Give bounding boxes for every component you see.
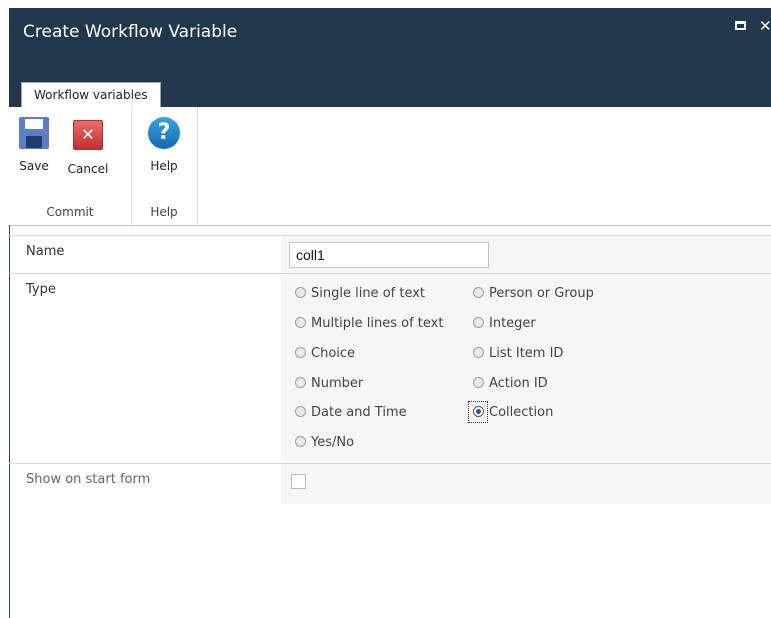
radio-yes-no[interactable]: Yes/No	[295, 435, 354, 450]
radio-single-line-of-text[interactable]: Single line of text	[295, 286, 425, 301]
radio-person-or-group[interactable]: Person or Group	[473, 286, 594, 301]
radio-collection[interactable]: Collection	[473, 405, 553, 420]
radio-number[interactable]: Number	[295, 376, 363, 391]
radio-button-icon	[295, 317, 306, 328]
radio-button-selected-icon	[473, 406, 484, 417]
name-label: Name	[26, 244, 65, 259]
maximize-icon[interactable]	[735, 21, 746, 30]
radio-list-item-id[interactable]: List Item ID	[473, 346, 563, 361]
radio-button-icon	[295, 287, 306, 298]
ribbon-group-label-help: Help	[150, 205, 178, 219]
radio-button-icon	[295, 406, 306, 417]
radio-integer[interactable]: Integer	[473, 316, 536, 331]
form-row-show-on-start-form: Show on start form	[9, 463, 771, 504]
save-button-label: Save	[19, 159, 49, 173]
form-row-name: Name	[9, 235, 771, 274]
close-icon[interactable]: ✕	[759, 17, 771, 35]
ribbon-group-label-commit: Commit	[46, 205, 94, 219]
floppy-disk-icon	[19, 117, 49, 149]
cancel-button[interactable]: ✕ Cancel	[63, 117, 113, 176]
type-options-cell: Single line of text Person or Group Mult…	[281, 274, 771, 464]
cancel-button-label: Cancel	[67, 162, 109, 176]
ribbon: Save ✕ Cancel Commit ? Help Help	[9, 107, 771, 226]
radio-button-icon	[295, 377, 306, 388]
cancel-x-icon: ✕	[73, 120, 103, 150]
show-on-start-form-checkbox[interactable]	[291, 474, 306, 489]
help-button[interactable]: ? Help	[139, 117, 189, 173]
radio-choice[interactable]: Choice	[295, 346, 355, 361]
tab-workflow-variables[interactable]: Workflow variables	[21, 82, 161, 107]
radio-date-and-time[interactable]: Date and Time	[295, 405, 407, 420]
save-button[interactable]: Save	[9, 117, 59, 173]
help-question-icon: ?	[148, 117, 180, 149]
radio-button-icon	[473, 377, 484, 388]
radio-button-icon	[473, 287, 484, 298]
start-form-value-cell	[281, 464, 771, 504]
ribbon-tabstrip: Workflow variables	[9, 82, 771, 107]
form-row-type: Type Single line of text Person or Group…	[9, 273, 771, 464]
radio-button-icon	[295, 347, 306, 358]
dialog-titlebar: Create Workflow Variable ✕	[9, 8, 771, 82]
radio-button-icon	[295, 436, 306, 447]
name-value-cell	[281, 236, 771, 274]
type-label: Type	[26, 282, 56, 297]
ribbon-group-help: ? Help Help	[131, 107, 198, 225]
help-button-label: Help	[150, 159, 178, 173]
radio-action-id[interactable]: Action ID	[473, 376, 548, 391]
ribbon-group-commit: Save ✕ Cancel Commit	[9, 107, 132, 225]
radio-button-icon	[473, 317, 484, 328]
name-input[interactable]	[289, 242, 489, 268]
dialog-title: Create Workflow Variable	[23, 22, 238, 42]
show-on-start-form-label: Show on start form	[26, 472, 151, 487]
radio-button-icon	[473, 347, 484, 358]
radio-multiple-lines-of-text[interactable]: Multiple lines of text	[295, 316, 443, 331]
